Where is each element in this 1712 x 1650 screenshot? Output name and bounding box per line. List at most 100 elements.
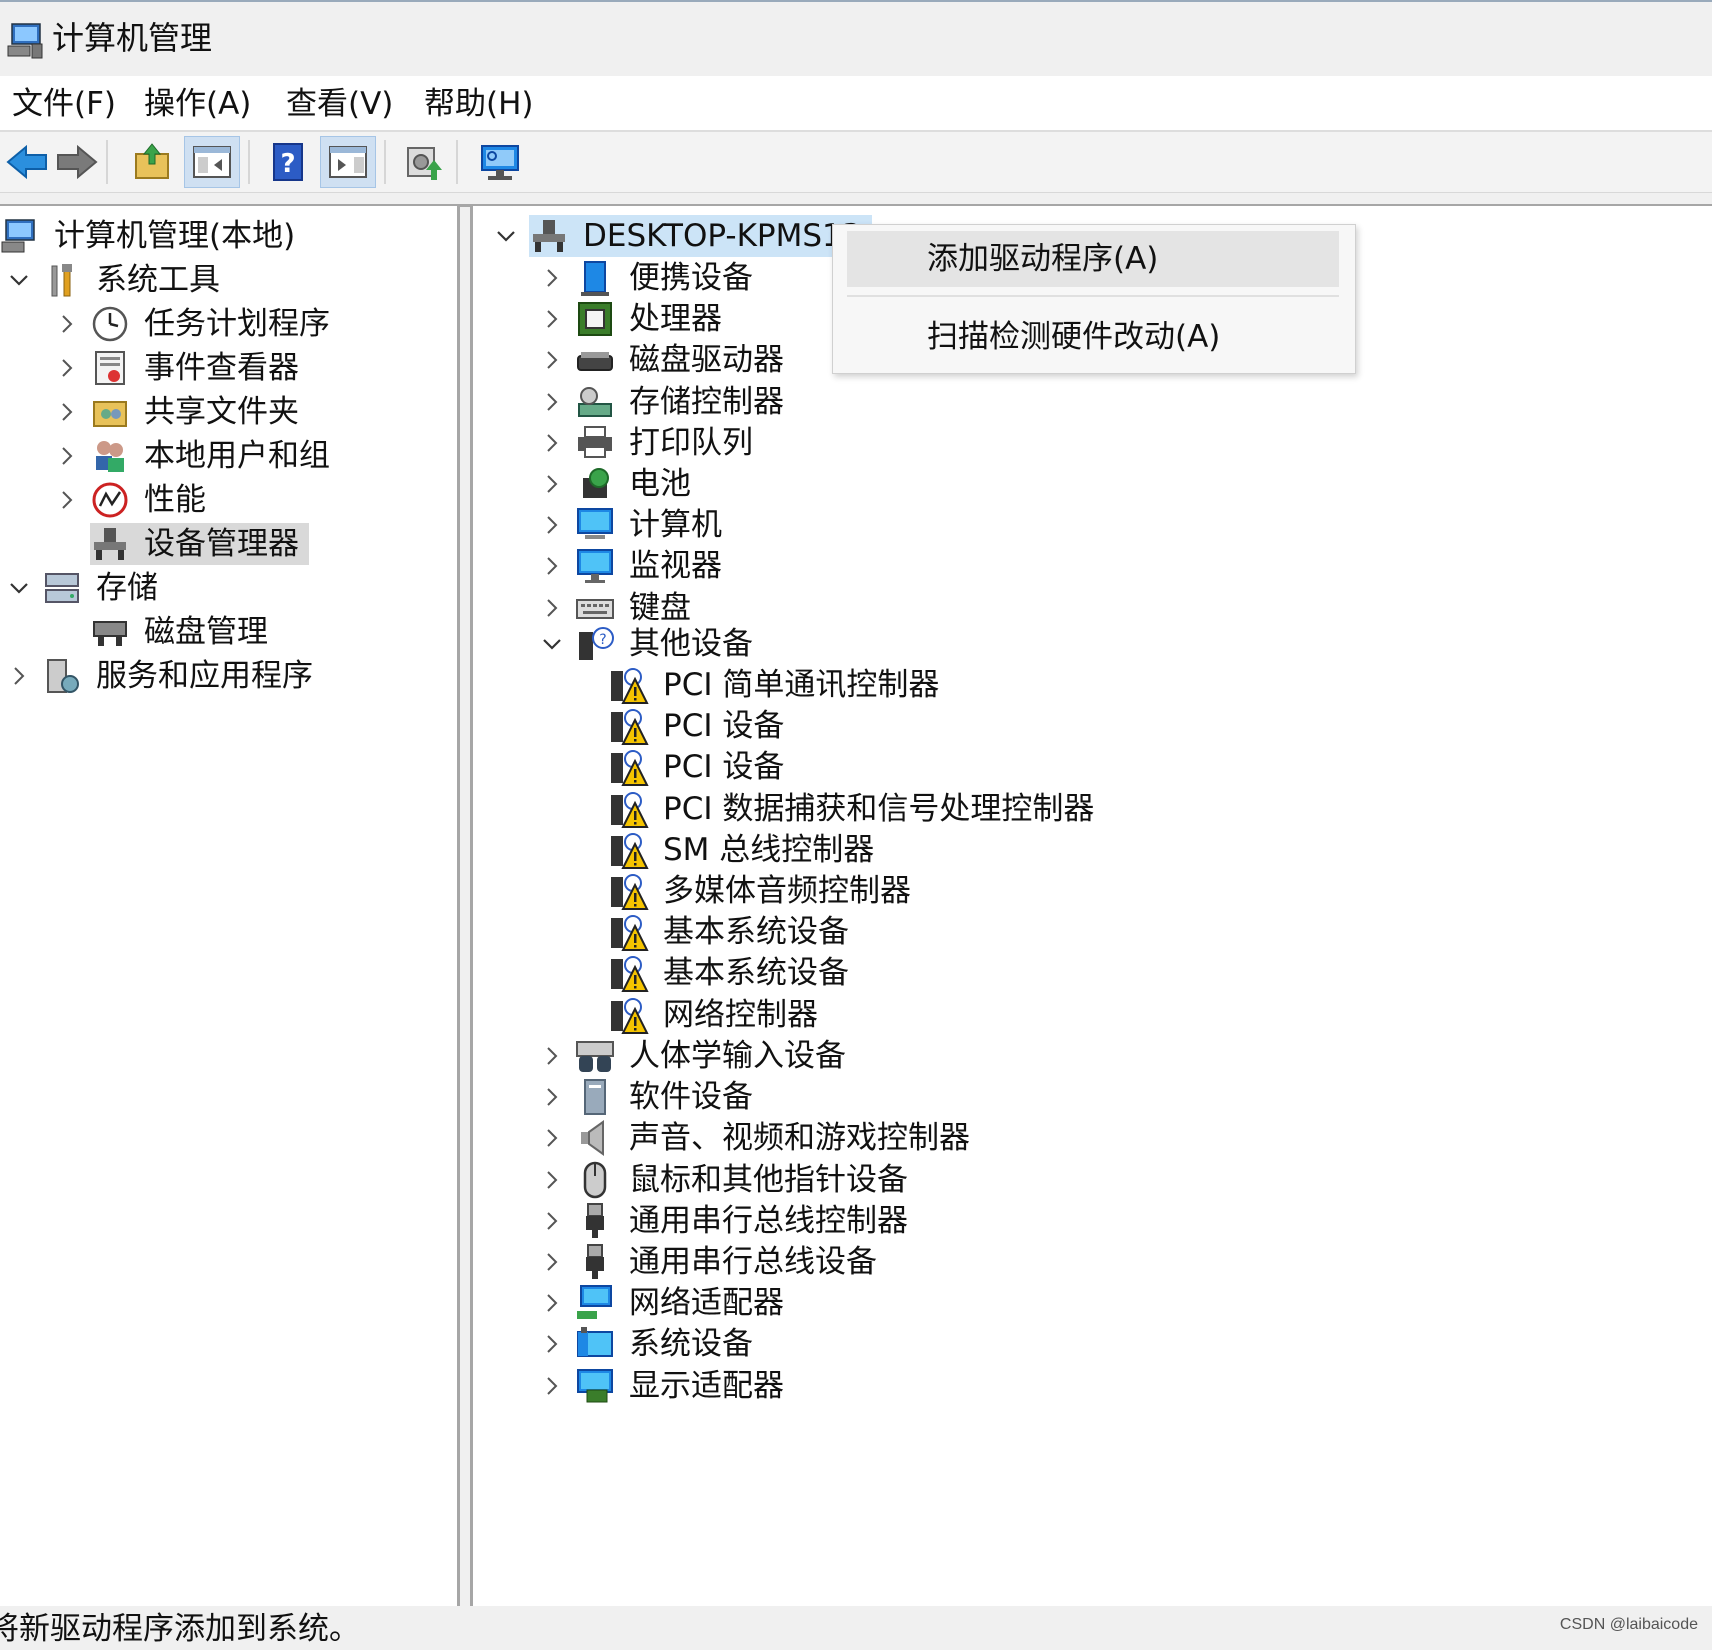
chevron-right-icon[interactable]: [539, 389, 565, 415]
device-category[interactable]: 通用串行总线设备: [539, 1240, 881, 1284]
chevron-right-icon[interactable]: [539, 1373, 565, 1399]
chevron-right-icon[interactable]: [539, 1084, 565, 1110]
device-item-warning[interactable]: 基本系统设备: [609, 951, 853, 995]
menu-file[interactable]: 文件(F): [6, 84, 122, 124]
device-category[interactable]: 鼠标和其他指针设备: [539, 1158, 912, 1202]
chevron-right-icon[interactable]: [539, 512, 565, 538]
help-button[interactable]: ?: [260, 136, 316, 188]
chevron-down-icon[interactable]: [539, 631, 565, 657]
menu-item-scan-hardware[interactable]: 扫描检测硬件改动(A): [847, 309, 1339, 365]
chevron-right-icon[interactable]: [54, 443, 80, 469]
tree-item-disk-management[interactable]: 磁盘管理: [90, 610, 272, 654]
tree-item-device-manager[interactable]: 设备管理器: [90, 522, 309, 566]
device-item-warning[interactable]: 多媒体音频控制器: [609, 869, 915, 913]
chevron-right-icon[interactable]: [539, 595, 565, 621]
device-item-warning[interactable]: PCI 设备: [609, 704, 788, 748]
device-item-warning[interactable]: SM 总线控制器: [609, 828, 878, 872]
device-category[interactable]: 显示适配器: [539, 1364, 788, 1408]
tree-item-storage[interactable]: 存储: [6, 566, 162, 610]
tree-label: 存储控制器: [629, 384, 784, 420]
show-hide-action-pane-button[interactable]: [320, 136, 376, 188]
warning-device-icon: [609, 953, 649, 993]
chevron-down-icon[interactable]: [6, 575, 32, 601]
chevron-right-icon[interactable]: [539, 265, 565, 291]
system-device-icon: [575, 1324, 615, 1364]
device-tree-root[interactable]: DESKTOP-KPMS13: [493, 214, 872, 258]
chevron-down-icon[interactable]: [493, 223, 519, 249]
device-category[interactable]: 处理器: [539, 297, 726, 341]
status-text: 将新驱动程序添加到系统。: [0, 1611, 360, 1647]
chevron-right-icon[interactable]: [539, 1290, 565, 1316]
up-folder-icon: [135, 143, 169, 179]
device-category[interactable]: 存储控制器: [539, 380, 788, 424]
tree-item-shared-folders[interactable]: 共享文件夹: [54, 390, 303, 434]
portable-device-icon: [575, 258, 615, 298]
device-category[interactable]: 便携设备: [539, 256, 757, 300]
tree-item-task-scheduler[interactable]: 任务计划程序: [54, 302, 334, 346]
scan-hardware-button[interactable]: [472, 136, 528, 188]
device-category[interactable]: 声音、视频和游戏控制器: [539, 1116, 974, 1160]
forward-icon: [57, 144, 98, 180]
device-category[interactable]: 电池: [539, 462, 695, 506]
forward-button[interactable]: [48, 136, 104, 188]
chevron-right-icon[interactable]: [539, 347, 565, 373]
menu-action[interactable]: 操作(A): [138, 84, 257, 124]
device-category[interactable]: 人体学输入设备: [539, 1034, 850, 1078]
tree-root-computer-management[interactable]: 计算机管理(本地): [0, 214, 299, 258]
tree-label: 声音、视频和游戏控制器: [629, 1120, 970, 1156]
device-item-warning[interactable]: PCI 数据捕获和信号处理控制器: [609, 787, 1098, 831]
chevron-right-icon[interactable]: [54, 355, 80, 381]
tree-label: 通用串行总线设备: [629, 1244, 877, 1280]
menu-view[interactable]: 查看(V): [280, 84, 399, 124]
console-tree: 计算机管理(本地) 系统工具 任务计划程序 事件查看器 共享文件夹 本地用户和组…: [0, 206, 460, 1606]
tree-label: 通用串行总线控制器: [629, 1203, 908, 1239]
chevron-right-icon[interactable]: [539, 471, 565, 497]
menu-item-add-driver[interactable]: 添加驱动程序(A): [847, 231, 1339, 287]
device-category[interactable]: 打印队列: [539, 421, 757, 465]
device-category[interactable]: 磁盘驱动器: [539, 338, 788, 382]
chevron-right-icon[interactable]: [539, 1167, 565, 1193]
device-category[interactable]: 监视器: [539, 544, 726, 588]
chevron-right-icon[interactable]: [539, 1331, 565, 1357]
tree-item-local-users-groups[interactable]: 本地用户和组: [54, 434, 334, 478]
device-item-warning[interactable]: 基本系统设备: [609, 910, 853, 954]
context-menu: 添加驱动程序(A) 扫描检测硬件改动(A): [832, 224, 1356, 374]
chevron-right-icon[interactable]: [539, 1125, 565, 1151]
chevron-right-icon[interactable]: [539, 306, 565, 332]
tree-item-system-tools[interactable]: 系统工具: [6, 258, 224, 302]
window-title: 计算机管理: [52, 19, 213, 57]
chevron-right-icon[interactable]: [6, 663, 32, 689]
chevron-right-icon[interactable]: [539, 1208, 565, 1234]
device-category[interactable]: 系统设备: [539, 1322, 757, 1366]
device-category[interactable]: 网络适配器: [539, 1281, 788, 1325]
device-item-warning[interactable]: PCI 设备: [609, 745, 788, 789]
tree-item-services-applications[interactable]: 服务和应用程序: [6, 654, 317, 698]
device-category[interactable]: 键盘: [539, 586, 695, 630]
status-bar: 将新驱动程序添加到系统。 CSDN @laibaicode: [0, 1606, 1712, 1650]
tree-item-event-viewer[interactable]: 事件查看器: [54, 346, 303, 390]
device-category[interactable]: 通用串行总线控制器: [539, 1199, 912, 1243]
device-item-warning[interactable]: 网络控制器: [609, 993, 822, 1037]
chevron-right-icon[interactable]: [54, 399, 80, 425]
software-device-icon: [575, 1077, 615, 1117]
menu-help[interactable]: 帮助(H): [418, 84, 540, 124]
warning-device-icon: [609, 706, 649, 746]
device-category[interactable]: 计算机: [539, 503, 726, 547]
chevron-right-icon[interactable]: [54, 311, 80, 337]
chevron-right-icon[interactable]: [539, 430, 565, 456]
warning-device-icon: [609, 665, 649, 705]
chevron-down-icon[interactable]: [6, 267, 32, 293]
tree-item-performance[interactable]: 性能: [54, 478, 210, 522]
tree-label: 基本系统设备: [663, 914, 849, 950]
warning-device-icon: [609, 830, 649, 870]
device-item-warning[interactable]: PCI 简单通讯控制器: [609, 663, 943, 707]
chevron-right-icon[interactable]: [539, 1249, 565, 1275]
device-category[interactable]: 软件设备: [539, 1075, 757, 1119]
show-hide-console-tree-button[interactable]: [184, 136, 240, 188]
chevron-right-icon[interactable]: [539, 553, 565, 579]
up-one-level-button[interactable]: [124, 136, 180, 188]
update-driver-button[interactable]: [396, 136, 452, 188]
tree-label: 便携设备: [629, 260, 753, 296]
chevron-right-icon[interactable]: [54, 487, 80, 513]
chevron-right-icon[interactable]: [539, 1043, 565, 1069]
